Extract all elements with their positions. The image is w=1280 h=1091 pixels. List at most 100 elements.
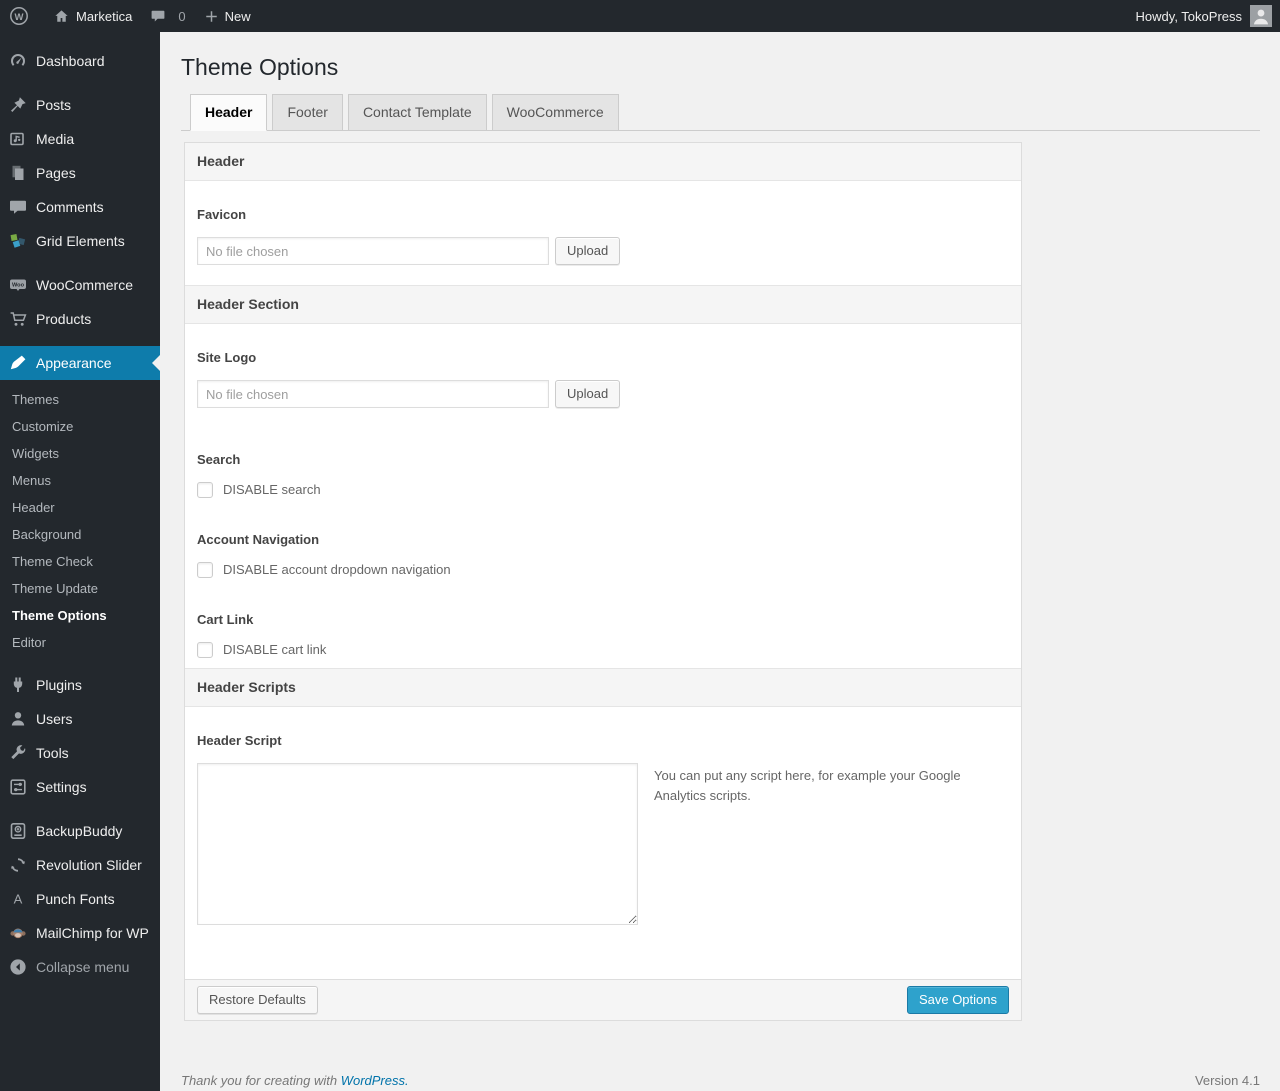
sidebar-item-punch-fonts[interactable]: A Punch Fonts [0,882,160,916]
sidebar-item-label: Revolution Slider [36,857,142,873]
theme-options-panel: Header Favicon Upload Header Section Sit… [184,142,1022,1021]
admin-bar: W Marketica 0 New Howdy, TokoPress [0,0,1280,32]
favicon-file-input[interactable] [197,237,549,265]
sidebar-item-plugins[interactable]: Plugins [0,668,160,702]
submenu-item-theme-check[interactable]: Theme Check [0,549,160,576]
wordpress-logo-icon: W [9,6,29,26]
site-logo-field: Site Logo Upload [185,324,1021,428]
site-name-menu[interactable]: Marketica [44,0,141,32]
tab-contact-template[interactable]: Contact Template [347,94,487,131]
sidebar-item-dashboard[interactable]: Dashboard [0,44,160,78]
admin-sidebar: Dashboard Posts Media Pages Comments Gri… [0,32,160,1091]
site-logo-file-input[interactable] [197,380,549,408]
sidebar-item-appearance[interactable]: Appearance [0,346,160,380]
page-footer: Thank you for creating with WordPress. V… [181,1073,1260,1088]
search-label: Search [197,452,241,467]
menu-separator [0,78,160,88]
wordpress-link[interactable]: WordPress. [341,1073,409,1088]
sidebar-item-label: Plugins [36,677,82,693]
sidebar-item-collapse-menu[interactable]: Collapse menu [0,950,160,984]
account-menu[interactable]: Howdy, TokoPress [1128,0,1280,32]
dashboard-icon [0,51,36,71]
sidebar-item-posts[interactable]: Posts [0,88,160,122]
sidebar-item-woocommerce[interactable]: Woo WooCommerce [0,268,160,302]
sidebar-item-products[interactable]: Products [0,302,160,336]
submenu-item-themes[interactable]: Themes [0,387,160,414]
disable-cart-link-checkbox[interactable] [197,642,213,658]
restore-defaults-button[interactable]: Restore Defaults [197,986,318,1014]
submenu-item-theme-options[interactable]: Theme Options [0,603,160,630]
collapse-icon [0,957,36,977]
svg-text:Woo: Woo [12,283,25,289]
sidebar-item-users[interactable]: Users [0,702,160,736]
sidebar-item-label: Punch Fonts [36,891,115,907]
favicon-upload-button[interactable]: Upload [555,237,621,265]
footer-thanks-text: Thank you for creating with WordPress. [181,1073,409,1088]
sidebar-item-comments[interactable]: Comments [0,190,160,224]
appearance-submenu: Themes Customize Widgets Menus Header Ba… [0,380,160,668]
tab-footer[interactable]: Footer [272,94,343,131]
cart-link-field: Cart Link DISABLE cart link [185,588,1021,668]
sidebar-item-grid-elements[interactable]: Grid Elements [0,224,160,258]
save-options-button[interactable]: Save Options [906,986,1009,1014]
sidebar-item-label: Posts [36,97,72,113]
section-header-section-title: Header Section [185,285,1021,324]
section-header-title: Header [185,143,1021,181]
sidebar-item-label: Media [36,131,75,147]
new-menu[interactable]: New [195,0,260,32]
users-icon [0,709,36,729]
pages-icon [0,163,36,183]
howdy-label: Howdy, TokoPress [1135,8,1242,24]
favicon-field: Favicon Upload [185,181,1021,285]
new-label: New [224,8,251,24]
submenu-item-background[interactable]: Background [0,522,160,549]
header-script-help-text: You can put any script here, for example… [654,768,961,803]
plus-icon [204,9,219,24]
disable-cart-link-label: DISABLE cart link [223,642,327,657]
menu-separator [0,258,160,268]
sidebar-item-media[interactable]: Media [0,122,160,156]
comments-icon [0,197,36,217]
submenu-item-header[interactable]: Header [0,495,160,522]
tab-bar: Header Footer Contact Template WooCommerce [181,94,1260,131]
submenu-item-widgets[interactable]: Widgets [0,441,160,468]
disable-search-checkbox[interactable] [197,482,213,498]
sidebar-item-mailchimp[interactable]: MailChimp for WP [0,916,160,950]
letter-a-icon: A [0,889,36,909]
sidebar-item-label: Settings [36,779,87,795]
comment-count: 0 [178,8,186,24]
woocommerce-badge-icon: Woo [0,275,36,295]
submenu-item-theme-update[interactable]: Theme Update [0,576,160,603]
site-logo-label: Site Logo [197,350,257,365]
backup-icon [0,821,36,841]
sidebar-item-pages[interactable]: Pages [0,156,160,190]
header-script-label: Header Script [197,733,282,748]
disable-account-navigation-checkbox[interactable] [197,562,213,578]
submenu-item-menus[interactable]: Menus [0,468,160,495]
account-navigation-label: Account Navigation [197,532,320,547]
sidebar-item-settings[interactable]: Settings [0,770,160,804]
sidebar-item-label: WooCommerce [36,277,133,293]
site-logo-upload-button[interactable]: Upload [555,380,621,408]
site-name-label: Marketica [76,8,133,24]
settings-icon [0,777,36,797]
disable-account-navigation-label: DISABLE account dropdown navigation [223,562,451,577]
disable-search-label: DISABLE search [223,482,321,497]
header-script-textarea[interactable] [197,763,638,925]
submenu-item-editor[interactable]: Editor [0,630,160,657]
media-icon [0,129,36,149]
sidebar-item-tools[interactable]: Tools [0,736,160,770]
tab-header[interactable]: Header [190,94,268,131]
svg-text:A: A [14,892,23,907]
home-icon [53,8,70,25]
section-header-scripts-title: Header Scripts [185,668,1021,707]
menu-separator [0,336,160,346]
submenu-item-customize[interactable]: Customize [0,414,160,441]
comments-menu[interactable]: 0 [141,0,194,32]
tab-woocommerce[interactable]: WooCommerce [491,94,619,131]
sidebar-item-label: Appearance [36,355,112,371]
sidebar-item-revolution-slider[interactable]: Revolution Slider [0,848,160,882]
svg-text:W: W [15,12,24,23]
sidebar-item-backupbuddy[interactable]: BackupBuddy [0,814,160,848]
wp-logo-menu[interactable]: W [0,0,44,32]
